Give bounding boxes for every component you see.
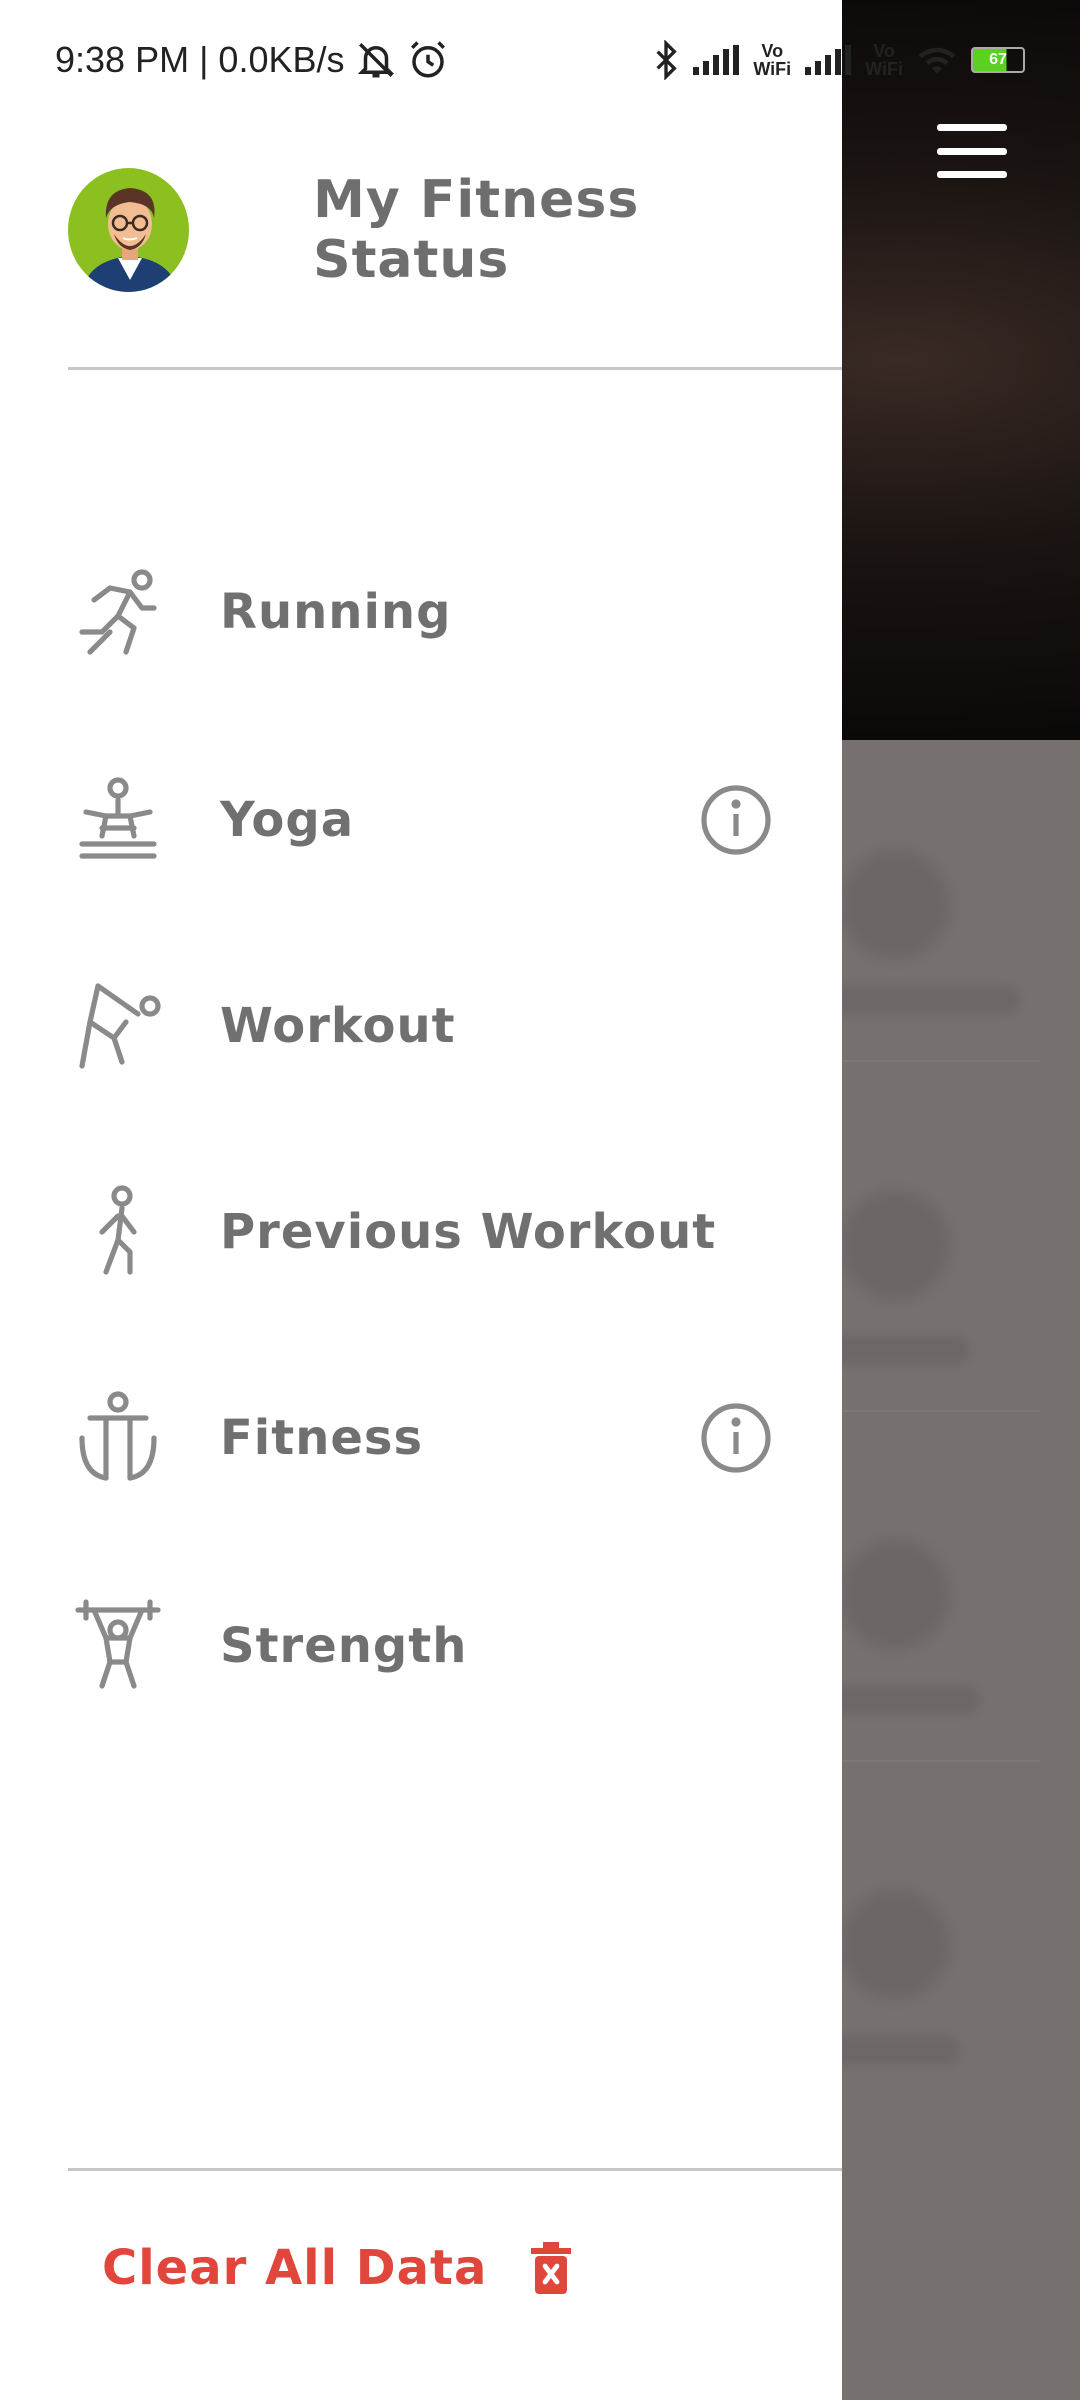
info-icon[interactable] [700, 1402, 772, 1474]
mute-icon [357, 43, 394, 78]
wifi-icon [918, 47, 956, 74]
menu-label-previous-workout: Previous Workout [220, 1204, 717, 1260]
footer-divider [68, 2168, 842, 2171]
vowifi-icon: Vo WiFi [753, 41, 792, 79]
running-icon [68, 562, 168, 662]
menu-label-running: Running [220, 584, 452, 640]
menu-item-previous-workout[interactable]: Previous Workout [68, 1172, 788, 1292]
signal-icon [805, 45, 852, 75]
navigation-drawer: My Fitness Status Running Yoga Workout P… [0, 0, 842, 2400]
header-divider [68, 367, 842, 370]
menu-item-workout[interactable]: Workout [68, 966, 788, 1086]
trash-icon [531, 2242, 572, 2294]
drawer-header: My Fitness Status [68, 168, 842, 292]
menu-label-yoga: Yoga [220, 792, 355, 848]
walking-icon [68, 1182, 168, 1282]
signal-icon [693, 45, 740, 75]
menu-label-fitness: Fitness [220, 1410, 424, 1466]
clear-all-data-label: Clear All Data [102, 2240, 488, 2296]
avatar[interactable] [68, 168, 190, 292]
vowifi-icon: Vo WiFi [865, 41, 903, 79]
menu-item-fitness[interactable]: Fitness [68, 1378, 788, 1498]
workout-icon [68, 976, 168, 1076]
menu-item-strength[interactable]: Strength [68, 1586, 788, 1706]
bluetooth-icon [656, 40, 678, 80]
status-bar: 9:38 PM | 0.0KB/s Vo WiFi Vo WiFi 67 [0, 0, 1080, 120]
clear-all-data-button[interactable]: Clear All Data [102, 2240, 573, 2296]
menu-label-strength: Strength [220, 1618, 468, 1674]
fitness-icon [68, 1388, 168, 1488]
weightlifting-icon [68, 1596, 168, 1696]
menu-label-workout: Workout [220, 998, 456, 1054]
info-icon[interactable] [700, 784, 772, 856]
status-time: 9:38 PM | 0.0KB/s [55, 39, 345, 80]
battery-icon: 67 [971, 47, 1025, 73]
alarm-icon [410, 41, 445, 78]
drawer-title: My Fitness Status [313, 170, 640, 290]
menu-hamburger-icon[interactable] [937, 124, 1007, 178]
menu-item-yoga[interactable]: Yoga [68, 760, 788, 880]
menu-item-running[interactable]: Running [68, 552, 788, 672]
yoga-icon [68, 770, 168, 870]
